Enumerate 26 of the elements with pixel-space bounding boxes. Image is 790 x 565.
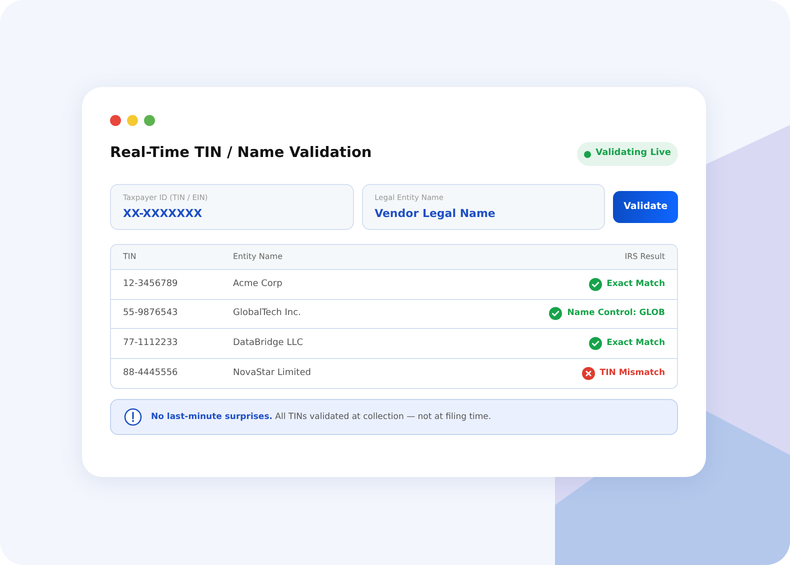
column-header: TIN [123, 251, 138, 263]
table-cell-text: GlobalTech Inc. [233, 307, 302, 320]
column-header: IRS Result [624, 251, 665, 263]
window-title: Real-Time TIN / Name Validation [110, 144, 372, 164]
table-cell-text: Acme Corp [233, 278, 284, 290]
result-text: Exact Match [606, 278, 665, 291]
field-value: XX-XXXXXXX [123, 206, 204, 222]
table-cell-text: NovaStar Limited [233, 366, 312, 380]
check-circle-icon [549, 307, 562, 320]
table-cell-text: 77-1112233 [123, 336, 179, 350]
table-cell-text: 55-9876543 [123, 307, 179, 320]
x-circle-icon [582, 366, 595, 380]
table-cell-text: 12-3456789 [123, 278, 179, 290]
result-text: Exact Match [606, 336, 665, 350]
alert-icon [124, 408, 142, 426]
notice-text: No last-minute surprises. All TINs validated at collection — not at filing time. [151, 410, 492, 424]
column-header: Entity Name [233, 251, 284, 263]
result-text: TIN Mismatch [600, 366, 665, 380]
status-text: Validating Live [596, 147, 671, 160]
validate-button[interactable]: Validate [613, 191, 678, 223]
table-cell-text: 88-4445556 [123, 366, 179, 380]
field-value: Vendor Legal Name [374, 206, 496, 222]
check-circle-icon [588, 336, 602, 350]
check-circle-icon [588, 278, 602, 291]
result-text: Name Control: GLOB [567, 307, 665, 320]
table-cell-text: DataBridge LLC [233, 336, 304, 350]
